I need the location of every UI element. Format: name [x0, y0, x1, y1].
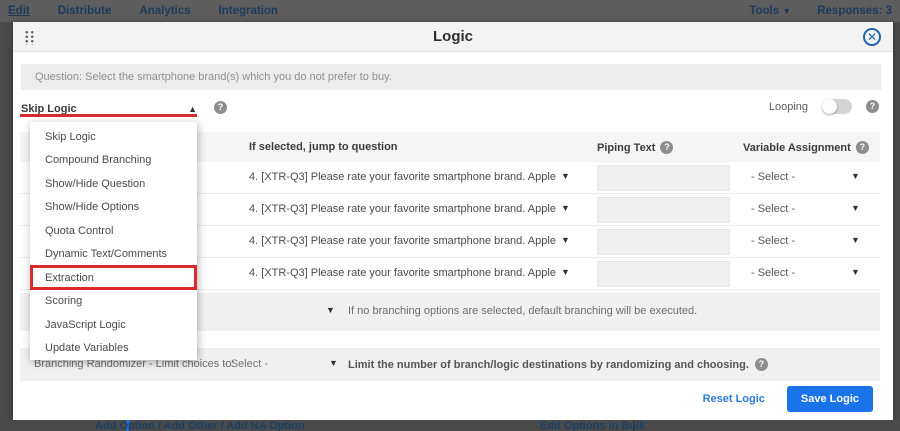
question-context-bar: Question: Select the smartphone brand(s)…	[21, 64, 881, 90]
modal-title: Logic	[13, 28, 893, 45]
top-navigation-bar: Edit Distribute Analytics Integration To…	[0, 0, 900, 22]
logic-help-icon[interactable]: ?	[214, 101, 227, 114]
randomizer-select[interactable]: - Select -	[224, 358, 268, 370]
variable-select[interactable]: - Select -	[751, 235, 795, 247]
default-branching-text: If no branching options are selected, de…	[348, 305, 697, 317]
edit-options-in-bulk-link[interactable]: Edit Options in Bulk	[540, 420, 645, 431]
dropdown-item-compound-branching[interactable]: Compound Branching	[30, 149, 197, 173]
tab-analytics[interactable]: Analytics	[139, 3, 190, 19]
add-option-links[interactable]: Add Option / Add Other / Add NA Option	[95, 420, 305, 431]
background-page-strip: Add Option / Add Other / Add NA Option E…	[0, 420, 900, 431]
save-logic-button[interactable]: Save Logic	[787, 386, 873, 412]
piping-text-input[interactable]	[597, 197, 730, 223]
column-header-variable: Variable Assignment	[743, 142, 851, 154]
chevron-down-icon: ▼	[782, 6, 791, 16]
looping-toggle[interactable]	[822, 99, 852, 114]
jump-question-select[interactable]: 4. [XTR-Q3] Please rate your favorite sm…	[249, 235, 556, 247]
tab-integration[interactable]: Integration	[219, 3, 278, 19]
tab-edit[interactable]: Edit	[8, 3, 30, 19]
dropdown-item-show-hide-options[interactable]: Show/Hide Options	[30, 196, 197, 220]
jump-question-select[interactable]: 4. [XTR-Q3] Please rate your favorite sm…	[249, 203, 556, 215]
dropdown-item-javascript-logic[interactable]: JavaScript Logic	[30, 313, 197, 337]
variable-select[interactable]: - Select -	[751, 171, 795, 183]
dropdown-item-show-hide-question[interactable]: Show/Hide Question	[30, 172, 197, 196]
modal-footer: Reset Logic Save Logic	[703, 386, 873, 412]
variable-select[interactable]: - Select -	[751, 203, 795, 215]
looping-label: Looping	[769, 101, 808, 113]
randomizer-help-icon[interactable]: ?	[755, 358, 768, 371]
column-header-piping: Piping Text	[597, 142, 655, 154]
piping-help-icon[interactable]: ?	[660, 141, 673, 154]
toggle-knob	[822, 99, 837, 114]
dropdown-item-dynamic-text-comments[interactable]: Dynamic Text/Comments	[30, 243, 197, 267]
close-icon[interactable]: ✕	[863, 28, 881, 46]
chevron-down-icon[interactable]: ▼	[326, 305, 335, 315]
randomizer-hint: Limit the number of branch/logic destina…	[348, 359, 749, 371]
variable-help-icon[interactable]: ?	[856, 141, 869, 154]
responses-count[interactable]: Responses: 3	[817, 5, 892, 17]
dropdown-item-quota-control[interactable]: Quota Control	[30, 219, 197, 243]
chevron-down-icon[interactable]: ▼	[851, 171, 860, 181]
tools-menu[interactable]: Tools ▼	[749, 3, 791, 19]
chevron-down-icon[interactable]: ▼	[329, 358, 338, 368]
dropdown-item-skip-logic[interactable]: Skip Logic	[30, 125, 197, 149]
reset-logic-link[interactable]: Reset Logic	[703, 393, 765, 405]
piping-text-input[interactable]	[597, 229, 730, 255]
red-annotation-underline	[20, 114, 197, 117]
modal-header: Logic ✕	[13, 22, 893, 52]
chevron-down-icon[interactable]: ▼	[561, 203, 570, 213]
dropdown-item-scoring[interactable]: Scoring	[30, 290, 197, 314]
variable-select[interactable]: - Select -	[751, 267, 795, 279]
looping-help-icon[interactable]: ?	[866, 100, 879, 113]
chevron-down-icon[interactable]: ▼	[561, 267, 570, 277]
chevron-down-icon[interactable]: ▼	[561, 171, 570, 181]
dropdown-item-update-variables[interactable]: Update Variables	[30, 337, 197, 361]
chevron-down-icon[interactable]: ▼	[851, 267, 860, 277]
nav-tabs: Edit Distribute Analytics Integration	[0, 3, 278, 19]
jump-question-select[interactable]: 4. [XTR-Q3] Please rate your favorite sm…	[249, 267, 556, 279]
chevron-down-icon[interactable]: ▼	[851, 235, 860, 245]
piping-text-input[interactable]	[597, 165, 730, 191]
jump-question-select[interactable]: 4. [XTR-Q3] Please rate your favorite sm…	[249, 171, 556, 183]
tools-label: Tools	[749, 5, 779, 17]
dropdown-item-extraction[interactable]: Extraction	[30, 266, 197, 290]
logic-type-dropdown: Skip Logic Compound Branching Show/Hide …	[30, 122, 197, 360]
tab-distribute[interactable]: Distribute	[58, 3, 112, 19]
piping-text-input[interactable]	[597, 261, 730, 287]
chevron-up-icon: ▲	[188, 104, 197, 114]
chevron-down-icon[interactable]: ▼	[561, 235, 570, 245]
logic-modal: Logic ✕ Question: Select the smartphone …	[13, 22, 893, 420]
chevron-down-icon[interactable]: ▼	[851, 203, 860, 213]
column-header-jump: If selected, jump to question	[249, 141, 398, 153]
